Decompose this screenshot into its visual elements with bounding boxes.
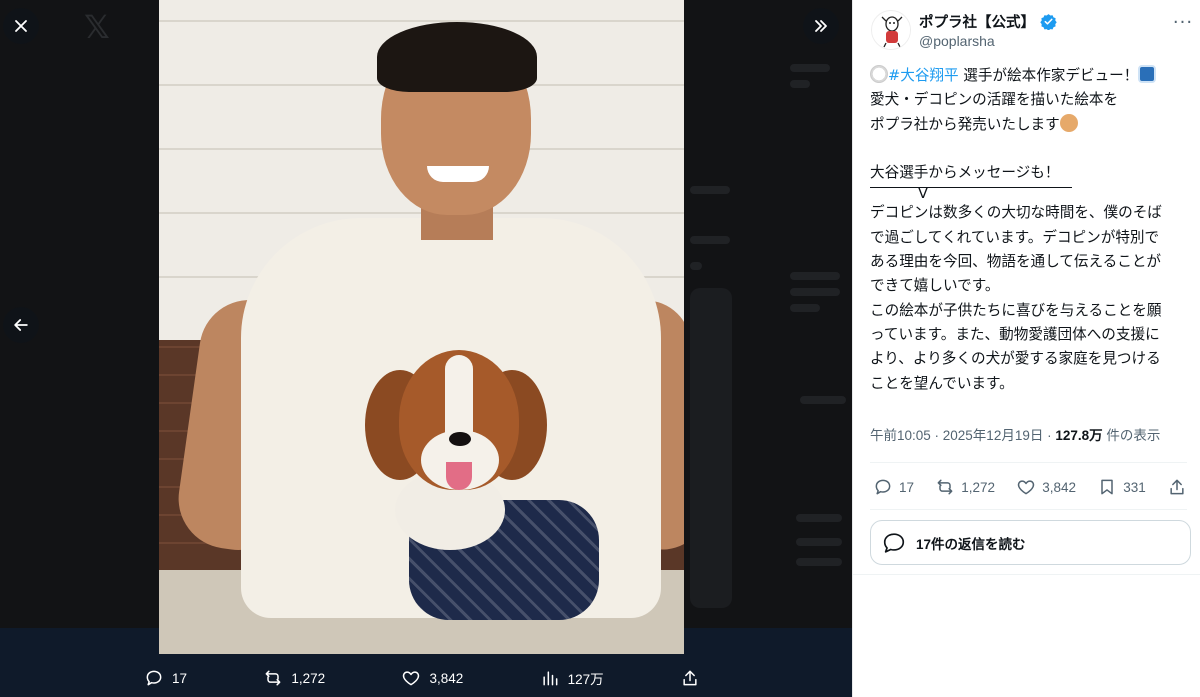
tweet-line: より、より多くの犬が愛する家庭を見つける [870,350,1161,368]
speech-bubble-tail: V [918,185,928,203]
read-replies-button[interactable]: 17件の返信を読む [870,520,1191,565]
media-viewer: 𝕏 17 1,272 3,842 127万 [0,0,852,697]
viewer-views-button[interactable]: 127万 [540,668,604,688]
tweet-text: #大谷翔平 選手が絵本作家デビュー！ 愛犬・デコピンの活躍を描いた絵本を ポプラ… [870,64,1192,396]
speech-bubble-icon [883,532,905,553]
tweet-line: この絵本が子供たちに喜びを与えることを願 [870,301,1162,319]
reply-icon [875,479,891,495]
bookmark-icon [1101,479,1113,495]
viewer-reply-count: 17 [172,670,188,686]
verified-badge-icon [1040,14,1057,30]
baseball-emoji-icon [870,65,888,83]
divider [853,574,1200,575]
tweet-detail-panel: ポプラ社【公式】 @poplarsha ··· #大谷翔平 選手が絵本作家デビュ… [852,0,1200,697]
reply-icon [146,670,162,686]
viewer-share-button[interactable] [680,668,700,688]
author-name: ポプラ社【公式】 [919,15,1035,31]
reply-button[interactable]: 17 [873,477,914,497]
tweet-line: で過ごしてくれています。デコピンが特別で [870,228,1160,246]
more-options-button[interactable]: ··· [1171,10,1195,34]
bookmark-button[interactable]: 331 [1097,477,1146,497]
heart-icon [1018,480,1035,495]
close-button[interactable] [3,8,39,44]
tweet-line: デコピンは数多くの大切な時間を、僕のそば [870,204,1162,222]
hashtag-link[interactable]: #大谷翔平 [888,67,959,84]
repost-count: 1,272 [961,479,996,495]
bookmark-count: 331 [1123,479,1146,495]
tweet-line: 大谷選手からメッセージも！ [870,164,1060,182]
like-count: 3,842 [1042,479,1077,495]
viewer-like-count: 3,842 [429,670,464,686]
avatar[interactable] [871,10,911,50]
tweet-line: できて嬉しいです。 [870,277,1000,295]
tweet-header: ポプラ社【公式】 @poplarsha ··· [871,10,1192,54]
views-chart-icon [543,671,558,686]
tweet-action-bar: 17 1,272 3,842 331 [873,476,1187,498]
tweet-line: ことを望んでいます。 [870,374,1014,392]
viewer-action-bar: 17 1,272 3,842 127万 [130,660,710,696]
repost-icon [265,670,281,686]
tweet-line: 選手が絵本作家デビュー！ [958,67,1139,84]
heart-icon [403,671,420,686]
repost-button[interactable]: 1,272 [935,477,995,497]
poplar-mascot-icon [873,12,910,49]
photo-dog-tongue [446,462,472,490]
author-name-row[interactable]: ポプラ社【公式】 [919,11,1057,32]
photo-dog-nose [449,432,471,446]
share-button[interactable] [1167,477,1187,497]
tweet-timestamp[interactable]: 午前10:05 · 2025年12月19日 · [870,428,1055,443]
tweet-line: っています。また、動物愛護団体への支援に [870,325,1160,343]
viewer-like-button[interactable]: 3,842 [401,668,463,688]
share-icon [1170,479,1184,495]
double-chevron-right-icon [815,20,827,32]
reply-count: 17 [899,479,915,495]
tweet-photo[interactable] [159,0,684,654]
expand-panel-button[interactable] [803,8,839,44]
viewer-repost-button[interactable]: 1,272 [263,668,325,688]
viewer-reply-button[interactable]: 17 [144,668,187,688]
viewer-views-count: 127万 [567,672,604,687]
tweet-meta: 午前10:05 · 2025年12月19日 · 127.8万 件の表示 [870,424,1160,444]
tweet-line: ある理由を今回、物語を通して伝えることが [870,253,1162,271]
view-count: 127.8万 [1055,428,1103,443]
view-count-suffix: 件の表示 [1102,428,1161,443]
repost-icon [937,479,953,495]
tweet-line: 愛犬・デコピンの活躍を描いた絵本を [870,91,1119,109]
background-card [690,288,732,608]
close-icon [15,20,27,32]
author-handle[interactable]: @poplarsha [919,33,995,49]
dog-face-emoji-icon [1059,113,1078,132]
share-icon [683,670,697,686]
x-logo-icon: 𝕏 [84,8,110,46]
viewer-repost-count: 1,272 [291,670,326,686]
like-button[interactable]: 3,842 [1016,477,1076,497]
tweet-line: ポプラ社から発売いたします [870,115,1060,133]
book-emoji-icon [1138,65,1157,83]
read-replies-label: 17件の返信を読む [916,536,1026,552]
photo-person-smile [427,166,489,182]
arrow-left-icon [14,319,28,331]
previous-media-button[interactable] [3,307,39,343]
photo-person-hair [377,22,537,92]
divider [870,509,1187,510]
divider [870,462,1187,463]
